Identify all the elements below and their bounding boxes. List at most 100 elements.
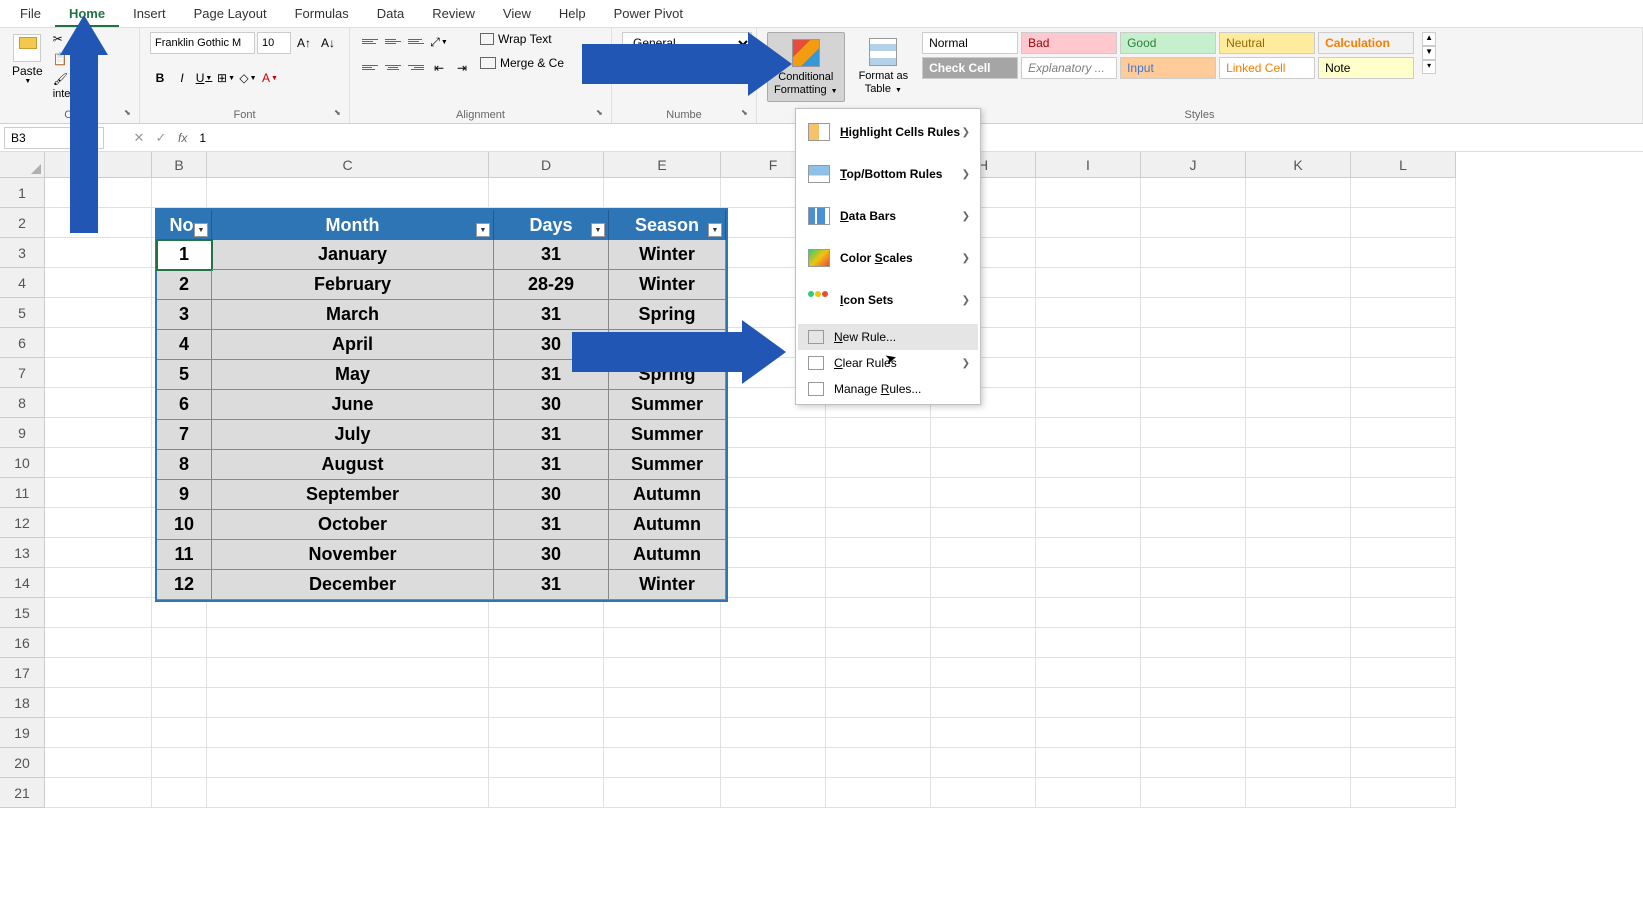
column-header-K[interactable]: K <box>1246 152 1351 178</box>
align-middle-button[interactable] <box>383 32 403 50</box>
row-header-13[interactable]: 13 <box>0 538 45 568</box>
ribbon-tab-insert[interactable]: Insert <box>119 0 180 27</box>
row-header-21[interactable]: 21 <box>0 778 45 808</box>
row-header-20[interactable]: 20 <box>0 748 45 778</box>
cf-menu-item-data-bars[interactable]: Data Bars❯ <box>798 195 978 237</box>
table-cell[interactable]: 4 <box>157 330 212 360</box>
table-cell[interactable]: 8 <box>157 450 212 480</box>
cf-menu-item-color-scales[interactable]: Color Scales❯ <box>798 237 978 279</box>
ribbon-tab-page-layout[interactable]: Page Layout <box>180 0 281 27</box>
table-cell[interactable]: December <box>212 570 494 600</box>
wrap-text-button[interactable]: Wrap Text <box>480 32 564 46</box>
table-cell[interactable]: October <box>212 510 494 540</box>
row-header-17[interactable]: 17 <box>0 658 45 688</box>
table-cell[interactable]: April <box>212 330 494 360</box>
filter-button[interactable]: ▼ <box>194 223 208 237</box>
row-header-10[interactable]: 10 <box>0 448 45 478</box>
table-cell[interactable]: 9 <box>157 480 212 510</box>
style-input[interactable]: Input <box>1120 57 1216 79</box>
style-bad[interactable]: Bad <box>1021 32 1117 54</box>
row-header-9[interactable]: 9 <box>0 418 45 448</box>
row-header-18[interactable]: 18 <box>0 688 45 718</box>
table-cell[interactable]: Summer <box>609 420 726 450</box>
style-note[interactable]: Note <box>1318 57 1414 79</box>
table-cell[interactable]: August <box>212 450 494 480</box>
table-cell[interactable]: Summer <box>609 390 726 420</box>
table-cell[interactable]: 28-29 <box>494 270 609 300</box>
table-cell[interactable]: 10 <box>157 510 212 540</box>
style-calculation[interactable]: Calculation <box>1318 32 1414 54</box>
ribbon-tab-view[interactable]: View <box>489 0 545 27</box>
table-cell[interactable]: 30 <box>494 540 609 570</box>
cf-menu-item-manage-rules-[interactable]: Manage Rules... <box>798 376 978 402</box>
align-center-button[interactable] <box>383 58 403 76</box>
row-header-7[interactable]: 7 <box>0 358 45 388</box>
style-explanatory[interactable]: Explanatory ... <box>1021 57 1117 79</box>
row-header-3[interactable]: 3 <box>0 238 45 268</box>
border-button[interactable]: ⊞▼ <box>216 68 236 88</box>
table-cell[interactable]: 2 <box>157 270 212 300</box>
table-cell[interactable]: 7 <box>157 420 212 450</box>
column-header-I[interactable]: I <box>1036 152 1141 178</box>
cf-menu-item-icon-sets[interactable]: Icon Sets❯ <box>798 279 978 321</box>
row-header-19[interactable]: 19 <box>0 718 45 748</box>
font-color-button[interactable]: A▼ <box>260 68 280 88</box>
clipboard-dialog-launcher[interactable]: ⬊ <box>124 108 136 120</box>
column-header-J[interactable]: J <box>1141 152 1246 178</box>
style-linked-cell[interactable]: Linked Cell <box>1219 57 1315 79</box>
cf-menu-item-top-bottom-rules[interactable]: Top/Bottom Rules❯ <box>798 153 978 195</box>
column-header-B[interactable]: B <box>152 152 207 178</box>
ribbon-tab-file[interactable]: File <box>6 0 55 27</box>
column-header-D[interactable]: D <box>489 152 604 178</box>
increase-font-button[interactable]: A↑ <box>293 34 315 52</box>
ribbon-tab-help[interactable]: Help <box>545 0 600 27</box>
filter-button[interactable]: ▼ <box>476 223 490 237</box>
table-cell[interactable]: September <box>212 480 494 510</box>
style-normal[interactable]: Normal <box>922 32 1018 54</box>
row-header-11[interactable]: 11 <box>0 478 45 508</box>
table-cell[interactable]: June <box>212 390 494 420</box>
row-header-1[interactable]: 1 <box>0 178 45 208</box>
row-header-6[interactable]: 6 <box>0 328 45 358</box>
table-cell[interactable]: 5 <box>157 360 212 390</box>
row-header-4[interactable]: 4 <box>0 268 45 298</box>
cf-menu-item-highlight-cells-rules[interactable]: Highlight Cells Rules❯ <box>798 111 978 153</box>
table-cell[interactable]: 30 <box>494 390 609 420</box>
align-right-button[interactable] <box>406 58 426 76</box>
align-left-button[interactable] <box>360 58 380 76</box>
table-cell[interactable]: Autumn <box>609 480 726 510</box>
align-bottom-button[interactable] <box>406 32 426 50</box>
orientation-button[interactable]: ⤢▼ <box>429 32 449 52</box>
number-dialog-launcher[interactable]: ⬊ <box>741 108 753 120</box>
row-header-15[interactable]: 15 <box>0 598 45 628</box>
style-good[interactable]: Good <box>1120 32 1216 54</box>
ribbon-tab-formulas[interactable]: Formulas <box>281 0 363 27</box>
gallery-more-button[interactable]: ▾ <box>1422 60 1436 74</box>
table-cell[interactable]: 31 <box>494 570 609 600</box>
table-cell[interactable]: 31 <box>494 240 609 270</box>
table-cell[interactable]: 31 <box>494 450 609 480</box>
column-header-A[interactable] <box>45 152 152 178</box>
column-header-E[interactable]: E <box>604 152 721 178</box>
cancel-formula-button[interactable]: ✕ <box>128 127 150 149</box>
italic-button[interactable]: I <box>172 68 192 88</box>
table-cell[interactable]: March <box>212 300 494 330</box>
font-dialog-launcher[interactable]: ⬊ <box>334 108 346 120</box>
increase-indent-button[interactable]: ⇥ <box>452 58 472 78</box>
table-header[interactable]: Season▼ <box>609 210 726 240</box>
table-cell[interactable]: 30 <box>494 480 609 510</box>
fill-color-button[interactable]: ◇▼ <box>238 68 258 88</box>
table-cell[interactable]: 1 <box>157 240 212 270</box>
table-cell[interactable]: 31 <box>494 420 609 450</box>
table-cell[interactable]: Autumn <box>609 540 726 570</box>
ribbon-tab-review[interactable]: Review <box>418 0 489 27</box>
table-cell[interactable]: January <box>212 240 494 270</box>
align-top-button[interactable] <box>360 32 380 50</box>
filter-button[interactable]: ▼ <box>708 223 722 237</box>
table-cell[interactable]: July <box>212 420 494 450</box>
table-cell[interactable]: Autumn <box>609 510 726 540</box>
ribbon-tab-data[interactable]: Data <box>363 0 418 27</box>
table-cell[interactable]: 11 <box>157 540 212 570</box>
enter-formula-button[interactable]: ✓ <box>150 127 172 149</box>
filter-button[interactable]: ▼ <box>591 223 605 237</box>
